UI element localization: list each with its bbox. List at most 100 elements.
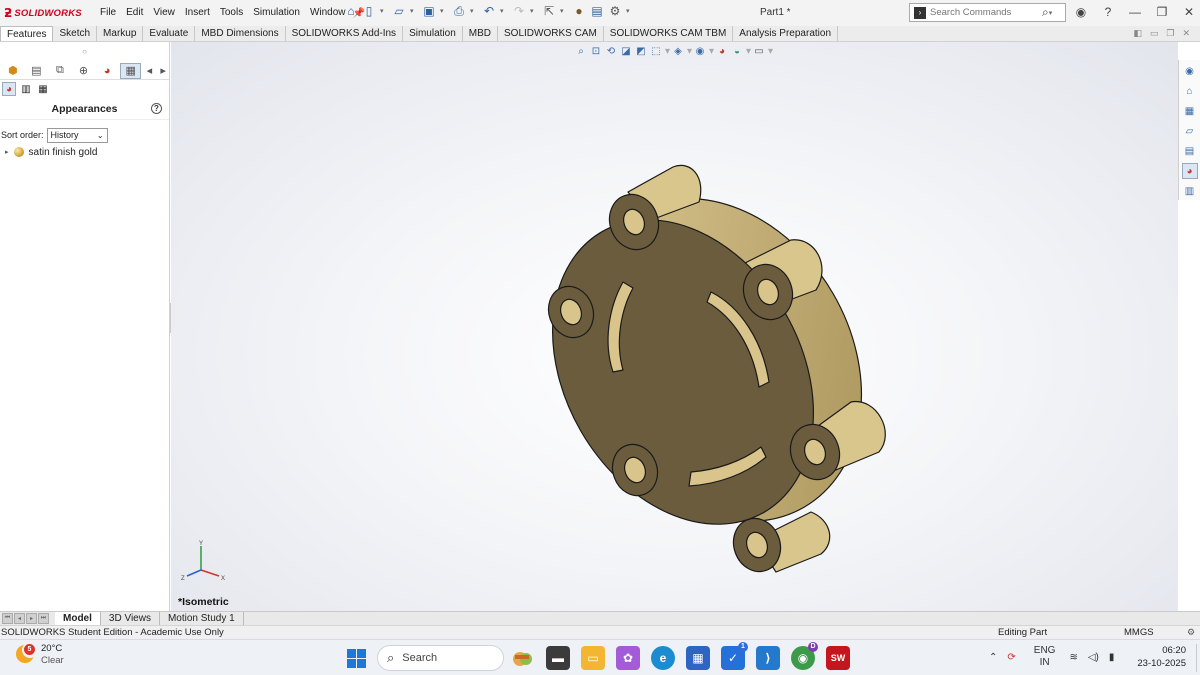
search-dropdown-icon[interactable]: ▾	[1049, 9, 1057, 17]
home-icon[interactable]: ⌂	[1182, 83, 1198, 99]
store-icon[interactable]: ▦	[686, 646, 710, 670]
tabs-scroll-right-icon[interactable]: ▸	[157, 63, 169, 79]
appearances-subtab-icon[interactable]: ◕	[2, 82, 16, 96]
close-icon[interactable]: ✕	[1181, 5, 1197, 19]
cam-manager-tab-icon[interactable]: ▦	[119, 62, 142, 79]
expand-caret-icon[interactable]: ▸	[5, 148, 9, 156]
print-dropdown-icon[interactable]: ▾	[470, 7, 478, 15]
tabs-scroll-left-icon[interactable]: ◂	[143, 63, 155, 79]
show-hidden-icons-icon[interactable]: ⌃	[989, 652, 997, 663]
tab-simulation[interactable]: Simulation	[403, 26, 463, 41]
redo-icon[interactable]: ↷	[512, 4, 526, 18]
file-explorer-icon[interactable]: ▭	[581, 646, 605, 670]
todo-icon[interactable]: ✓ 1	[721, 642, 748, 670]
taskbar-search[interactable]: ⌕ Search	[377, 645, 504, 671]
appearances-scenes-icon[interactable]: ◕	[1181, 163, 1198, 179]
design-library-icon[interactable]: ▦	[1182, 103, 1198, 119]
save-dropdown-icon[interactable]: ▾	[440, 7, 448, 15]
scenes-subtab-icon[interactable]: ▦	[36, 82, 50, 96]
property-manager-tab-icon[interactable]: ▤	[26, 63, 48, 79]
security-sync-icon[interactable]: ⟳	[1007, 652, 1015, 663]
volume-icon[interactable]: ◁)	[1088, 652, 1099, 663]
edge-icon[interactable]: e	[651, 646, 675, 670]
custom-properties-icon[interactable]: ▥	[1182, 183, 1198, 199]
undo-icon[interactable]: ↶	[482, 4, 496, 18]
select-cursor-icon[interactable]: ⇱	[542, 4, 556, 18]
display-manager-tab-icon[interactable]: ◕	[96, 63, 118, 79]
save-icon[interactable]: ▣	[422, 4, 436, 18]
file-properties-icon[interactable]: ▤	[590, 4, 604, 18]
user-account-icon[interactable]: ◉	[1073, 5, 1089, 19]
graphics-area[interactable]: ⌕ ⊡ ⟲ ◪ ◩ ⬚ ▾ ◈ ▾ ◉ ▾ ◕ ◒ ▾ ▭ ▾ *Isometr…	[171, 42, 1178, 611]
next-tab-icon[interactable]: ▸	[26, 613, 37, 624]
unit-system[interactable]: MMGS	[1124, 626, 1154, 639]
rebuild-icon[interactable]: ●	[572, 4, 586, 18]
doc-minimize-icon[interactable]: ▭	[1150, 28, 1159, 39]
view-palette-icon[interactable]: ▤	[1182, 143, 1198, 159]
decals-subtab-icon[interactable]: ▥	[19, 82, 33, 96]
search-commands-input[interactable]	[930, 7, 1040, 18]
doc-tile-icon[interactable]: ◧	[1133, 28, 1142, 39]
configuration-manager-tab-icon[interactable]: ⧉	[49, 63, 71, 79]
help-icon[interactable]: ?	[151, 103, 162, 114]
doc-close-icon[interactable]: ✕	[1182, 28, 1190, 39]
tab-features[interactable]: Features	[0, 26, 54, 41]
last-tab-icon[interactable]: ⏭	[38, 613, 49, 624]
appearance-tree-item[interactable]: ▸ satin finish gold	[0, 144, 169, 160]
options-gear-icon[interactable]: ⚙	[608, 4, 622, 18]
menu-view[interactable]: View	[148, 0, 180, 26]
home-icon[interactable]: ⌂	[344, 4, 358, 18]
restore-icon[interactable]: ❐	[1154, 5, 1170, 19]
tab-motion-study[interactable]: Motion Study 1	[160, 612, 244, 625]
tab-analysis-preparation[interactable]: Analysis Preparation	[733, 26, 839, 41]
vscode-icon[interactable]: ⟩	[756, 646, 780, 670]
new-dropdown-icon[interactable]: ▾	[380, 7, 388, 15]
terminal-icon[interactable]: ▬	[546, 646, 570, 670]
open-folder-icon[interactable]: ▱	[392, 4, 406, 18]
open-dropdown-icon[interactable]: ▾	[410, 7, 418, 15]
part-3d-model[interactable]	[171, 42, 1178, 611]
menu-tools[interactable]: Tools	[215, 0, 248, 26]
start-button[interactable]	[347, 649, 366, 668]
panel-drag-handle[interactable]: ○	[0, 42, 169, 62]
file-explorer-icon[interactable]: ▱	[1182, 123, 1198, 139]
tab-addins[interactable]: SOLIDWORKS Add-Ins	[285, 26, 404, 41]
undo-dropdown-icon[interactable]: ▾	[500, 7, 508, 15]
redo-dropdown-icon[interactable]: ▾	[530, 7, 538, 15]
tab-cam-tbm[interactable]: SOLIDWORKS CAM TBM	[603, 26, 734, 41]
menu-simulation[interactable]: Simulation	[248, 0, 305, 26]
tab-sketch[interactable]: Sketch	[53, 26, 98, 41]
previous-tab-icon[interactable]: ◂	[14, 613, 25, 624]
chrome-icon[interactable]: ◉ D	[791, 642, 818, 670]
first-tab-icon[interactable]: ⏮	[2, 613, 13, 624]
clock[interactable]: 06:20 23-10-2025	[1130, 644, 1186, 670]
menu-file[interactable]: File	[95, 0, 121, 26]
tab-mbd-dimensions[interactable]: MBD Dimensions	[195, 26, 286, 41]
show-desktop-button[interactable]	[1196, 644, 1197, 672]
print-icon[interactable]: ⎙	[452, 4, 466, 18]
search-commands-box[interactable]: › ⌕ ▾	[909, 3, 1066, 22]
options-dropdown-icon[interactable]: ▾	[626, 7, 634, 15]
weather-widget[interactable]: 5 20°C Clear	[16, 642, 64, 667]
menu-edit[interactable]: Edit	[121, 0, 148, 26]
tab-evaluate[interactable]: Evaluate	[143, 26, 196, 41]
new-document-icon[interactable]: ▯	[362, 4, 376, 18]
customize-status-icon[interactable]: ⚙	[1187, 626, 1195, 639]
solidworks-resources-icon[interactable]: ◉	[1182, 63, 1198, 79]
search-icon[interactable]: ⌕	[1042, 5, 1049, 20]
help-icon[interactable]: ?	[1100, 5, 1116, 19]
solidworks-logo[interactable]: ƻ SOLIDWORKS	[4, 6, 84, 20]
battery-icon[interactable]: ▮	[1109, 652, 1115, 663]
wifi-icon[interactable]: ≋	[1069, 652, 1077, 663]
widgets-icon[interactable]	[511, 646, 535, 670]
select-dropdown-icon[interactable]: ▾	[560, 7, 568, 15]
minimize-icon[interactable]: —	[1127, 5, 1143, 19]
menu-insert[interactable]: Insert	[180, 0, 215, 26]
copilot-icon[interactable]: ✿	[616, 646, 640, 670]
solidworks-taskbar-icon[interactable]: SW	[826, 646, 850, 670]
language-indicator[interactable]: ENG IN	[1034, 645, 1056, 669]
tab-mbd[interactable]: MBD	[462, 26, 498, 41]
dimxpert-manager-tab-icon[interactable]: ⊕	[73, 63, 95, 79]
tab-model[interactable]: Model	[55, 612, 101, 625]
tab-3d-views[interactable]: 3D Views	[101, 612, 160, 625]
